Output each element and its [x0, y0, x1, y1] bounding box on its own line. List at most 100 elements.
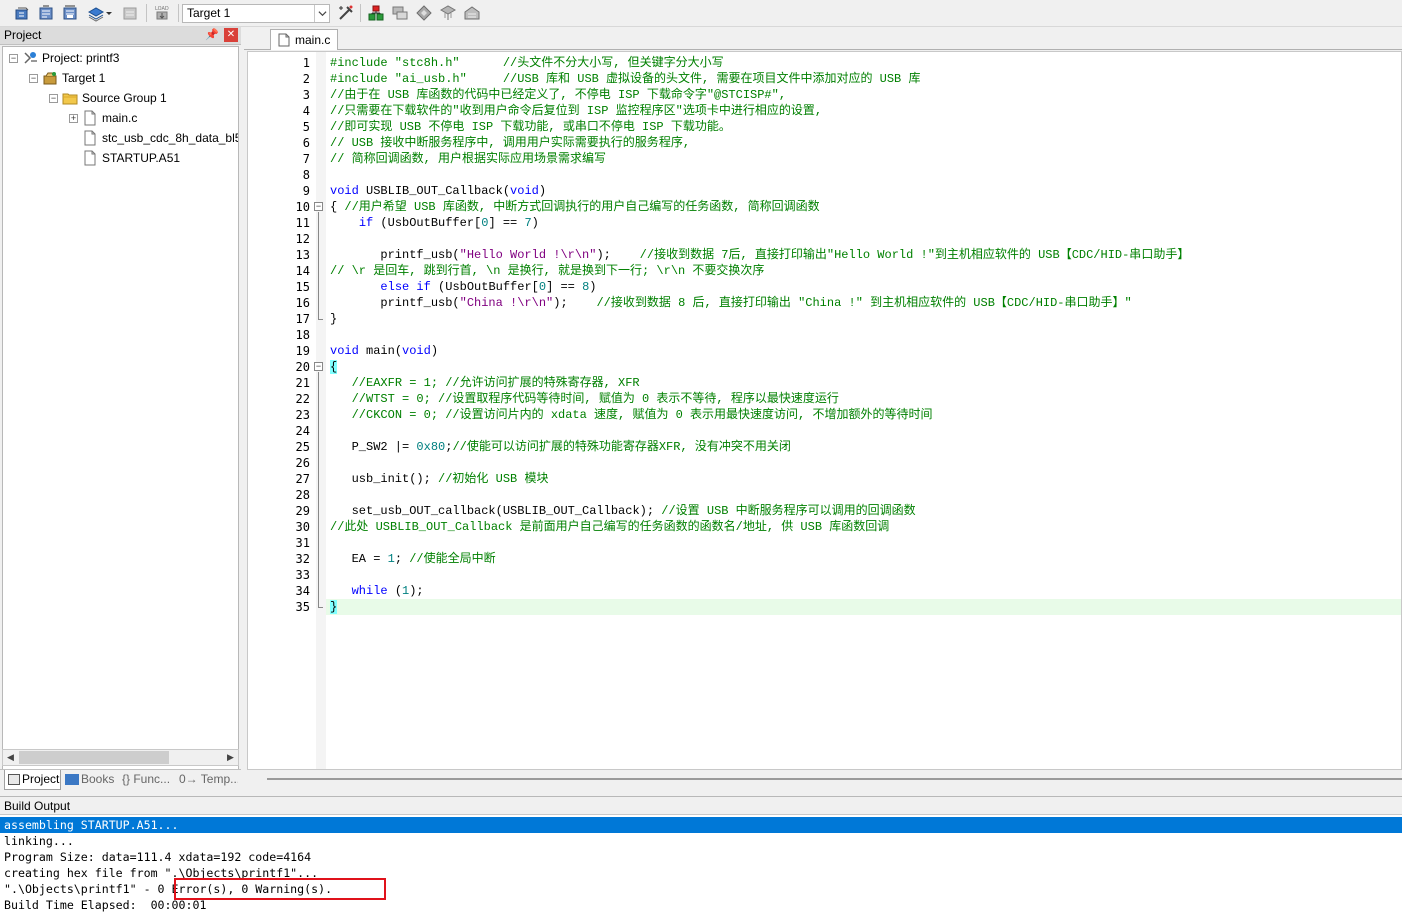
download-icon[interactable]: LOAD — [152, 3, 172, 23]
code-line[interactable]: #include "stc8h.h" //头文件不分大小写, 但关键字分大小写 — [330, 55, 724, 71]
scroll-left-icon[interactable]: ◀ — [3, 750, 18, 765]
code-token: { — [330, 360, 338, 374]
code-line[interactable]: { //用户希望 USB 库函数, 中断方式回调执行的用户自己编写的任务函数, … — [330, 199, 820, 215]
project-panel: Project 📌 ✕ − Project: printf3 − Target … — [0, 27, 241, 790]
tree-item-file[interactable]: STARTUP.A51 — [82, 148, 180, 168]
tree-item-label: Project: printf3 — [42, 51, 120, 65]
tab-project[interactable]: Project — [4, 770, 61, 790]
code-line[interactable]: { — [330, 359, 338, 375]
code-line[interactable]: printf_usb("China !\r\n"); //接收到数据 8 后, … — [330, 295, 1131, 311]
code-line[interactable]: } — [330, 599, 338, 615]
code-line[interactable]: void main(void) — [330, 343, 438, 359]
line-number: 14 — [295, 264, 310, 278]
code-line[interactable]: while (1); — [330, 583, 424, 599]
code-line[interactable]: usb_init(); //初始化 USB 模块 — [330, 471, 549, 487]
scrollbar-thumb[interactable] — [19, 751, 169, 764]
line-number: 5 — [302, 120, 310, 134]
chevron-down-icon[interactable] — [104, 3, 114, 23]
code-line[interactable]: P_SW2 |= 0x80;//使能可以访问扩展的特殊功能寄存器XFR, 没有冲… — [330, 439, 791, 455]
tree-item-file[interactable]: stc_usb_cdc_8h_data_bl5 — [82, 128, 238, 148]
code-line[interactable]: void USBLIB_OUT_Callback(void) — [330, 183, 546, 199]
code-token: ] == — [546, 280, 583, 294]
collapse-icon[interactable]: − — [49, 93, 58, 103]
code-token: //USB 库和 USB 虚拟设备的头文件, 需要在项目文件中添加对应的 USB… — [502, 72, 921, 86]
target-select[interactable]: Target 1 — [182, 4, 330, 23]
code-token: } — [330, 600, 338, 614]
code-line[interactable]: } — [330, 311, 337, 327]
line-number: 16 — [295, 296, 310, 310]
build-output-line[interactable]: assembling STARTUP.A51... — [4, 817, 179, 833]
code-token: ); — [553, 296, 597, 310]
code-line[interactable]: // 简称回调函数, 用户根据实际应用场景需求编写 — [330, 151, 606, 167]
project-tree-scrollbar[interactable]: ◀ ▶ — [2, 749, 239, 766]
build-icon[interactable] — [36, 3, 56, 23]
tree-item-label: Source Group 1 — [82, 91, 167, 105]
target-select-value: Target 1 — [187, 6, 231, 20]
translate-icon[interactable] — [12, 3, 32, 23]
line-number: 21 — [295, 376, 310, 390]
editor-horizontal-scrollbar[interactable] — [247, 772, 1402, 786]
tree-item-file[interactable]: + main.c — [69, 108, 137, 128]
manage-project-items-icon[interactable] — [366, 3, 386, 23]
fold-toggle-icon[interactable]: − — [314, 202, 323, 211]
build-output-title: Build Output — [4, 799, 71, 813]
pin-icon[interactable]: 📌 — [205, 28, 219, 42]
project-panel-tabs: Project Books {} Func... 0→ Temp... — [0, 769, 241, 790]
manage-run-time-icon[interactable] — [438, 3, 458, 23]
collapse-icon[interactable]: − — [29, 73, 38, 83]
fold-toggle-icon[interactable]: − — [314, 362, 323, 371]
tree-item-project[interactable]: − Project: printf3 — [9, 48, 119, 68]
code-line[interactable]: //EAXFR = 1; //允许访问扩展的特殊寄存器, XFR — [330, 375, 640, 391]
tab-functions[interactable]: {} Func... — [119, 770, 175, 790]
code-line[interactable]: //即可实现 USB 不停电 ISP 下载功能, 或串口不停电 ISP 下载功能… — [330, 119, 731, 135]
code-line[interactable]: //WTST = 0; //设置取程序代码等待时间, 赋值为 0 表示不等待, … — [330, 391, 839, 407]
batch-build-icon[interactable] — [86, 3, 106, 23]
code-line[interactable]: EA = 1; //使能全局中断 — [330, 551, 496, 567]
selected-output-line-highlight — [0, 817, 1402, 833]
chevron-down-icon[interactable] — [314, 5, 329, 22]
expand-icon[interactable]: + — [69, 113, 78, 123]
code-token: //只需要在下载软件的"收到用户命令后复位到 ISP 监控程序区"选项卡中进行相… — [330, 104, 823, 118]
line-number: 24 — [295, 424, 310, 438]
code-token: 0x80 — [416, 440, 446, 454]
code-line[interactable]: //CKCON = 0; //设置访问片内的 xdata 速度, 赋值为 0 表… — [330, 407, 933, 423]
scrollbar-track — [267, 778, 1402, 780]
collapse-icon[interactable]: − — [9, 53, 18, 63]
code-line[interactable]: set_usb_OUT_callback(USBLIB_OUT_Callback… — [330, 503, 916, 519]
tree-item-target[interactable]: − Target 1 — [29, 68, 105, 88]
line-number: 19 — [295, 344, 310, 358]
line-number: 33 — [295, 568, 310, 582]
code-line[interactable]: if (UsbOutBuffer[0] == 7) — [330, 215, 539, 231]
code-line[interactable]: //由于在 USB 库函数的代码中已经定义了, 不停电 ISP 下载命令字"@S… — [330, 87, 786, 103]
code-line[interactable]: //此处 USBLIB_OUT_Callback 是前面用户自己编写的任务函数的… — [330, 519, 889, 535]
build-output-line[interactable]: linking... — [4, 833, 74, 849]
manage-components-icon[interactable] — [462, 3, 482, 23]
code-line[interactable]: // \r 是回车, 跳到行首, \n 是换行, 就是换到下一行; \r\n 不… — [330, 263, 764, 279]
build-output-window[interactable]: assembling STARTUP.A51... linking... Progr… — [0, 815, 1402, 922]
target-options-icon[interactable] — [336, 3, 356, 23]
select-packs-icon[interactable] — [390, 3, 410, 23]
tab-label: main.c — [295, 33, 331, 47]
project-panel-title: Project — [4, 28, 42, 42]
code-editor[interactable]: 1 2 3 4 5 6 7 8 9 10 11 12 13 14 15 16 17 18 19 20 21 22 23 24 2… — [247, 51, 1402, 770]
editor-area: main.c 1 2 3 4 5 6 7 8 9 10 11 12 13 14 15 16 17 18 19 20 21… — [244, 27, 1402, 790]
pack-installer-icon[interactable] — [414, 3, 434, 23]
tab-main-c[interactable]: main.c — [270, 29, 338, 50]
code-token: set_usb_OUT_callback(USBLIB_OUT_Callback… — [330, 504, 662, 518]
close-icon[interactable]: ✕ — [224, 28, 238, 42]
code-line[interactable]: printf_usb("Hello World !\r\n"); //接收到数据… — [330, 247, 1189, 263]
tab-templates[interactable]: 0→ Temp... — [176, 770, 238, 790]
code-line[interactable]: else if (UsbOutBuffer[0] == 8) — [330, 279, 596, 295]
tab-books[interactable]: Books — [62, 770, 118, 790]
tree-item-source-group[interactable]: − Source Group 1 — [49, 88, 167, 108]
code-line[interactable]: // USB 接收中断服务程序中, 调用用户实际需要执行的服务程序, — [330, 135, 690, 151]
code-line[interactable]: #include "ai_usb.h" //USB 库和 USB 虚拟设备的头文… — [330, 71, 920, 87]
build-output-line[interactable]: Program Size: data=111.4 xdata=192 code=… — [4, 849, 311, 865]
code-line[interactable]: //只需要在下载软件的"收到用户命令后复位到 ISP 监控程序区"选项卡中进行相… — [330, 103, 822, 119]
fold-guide — [318, 372, 319, 607]
tab-label: {} Func... — [122, 772, 171, 786]
scroll-right-icon[interactable]: ▶ — [223, 750, 238, 765]
code-token: //用户希望 USB 库函数, 中断方式回调执行的用户自己编写的任务函数, 简称… — [344, 200, 820, 214]
rebuild-icon[interactable] — [60, 3, 80, 23]
